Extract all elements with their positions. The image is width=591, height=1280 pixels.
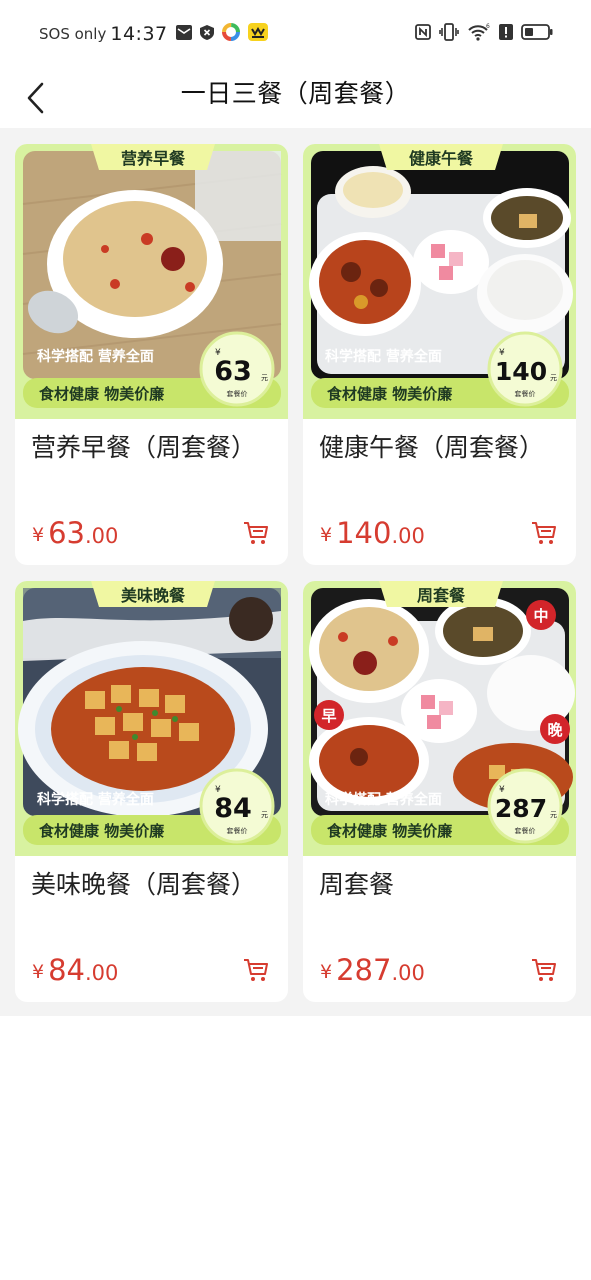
nfc-icon: [415, 24, 431, 44]
price-currency: ¥: [320, 961, 333, 983]
meal-tag-breakfast: 早: [321, 707, 336, 725]
price-integer: 84: [48, 953, 85, 987]
status-bar: SOS only 14:37 6: [0, 0, 591, 66]
product-price: ¥84.00: [32, 953, 118, 987]
app-header: 一日三餐（周套餐）: [0, 66, 591, 128]
product-grid: 营养早餐 科学搭配 营养全面 食材健康 物美价廉 ¥ 63 元 套餐价 营养早餐…: [0, 128, 591, 1016]
vpn-icon: [199, 24, 214, 44]
slogan-primary: 科学搭配 营养全面: [325, 791, 442, 808]
slogan-secondary: 食材健康 物美价廉: [327, 385, 452, 403]
badge-price: 140: [495, 357, 547, 386]
cart-icon: [532, 522, 556, 544]
product-price: ¥63.00: [32, 516, 118, 550]
price-currency: ¥: [320, 524, 333, 546]
price-decimal: .00: [85, 524, 119, 548]
product-name: 周套餐: [319, 870, 395, 899]
svg-text:6: 6: [486, 23, 490, 30]
product-card[interactable]: 美味晚餐 科学搭配 营养全面 食材健康 物美价廉 ¥ 84 元 套餐价 美味晚餐…: [15, 581, 288, 1002]
price-integer: 287: [336, 953, 392, 987]
badge-label: 套餐价: [227, 389, 248, 398]
price-integer: 63: [48, 516, 85, 550]
alert-icon: [499, 24, 513, 44]
badge-price: 84: [214, 793, 252, 824]
slogan-secondary: 食材健康 物美价廉: [39, 385, 164, 403]
badge-unit: 元: [550, 811, 557, 819]
product-name: 营养早餐（周套餐）: [31, 433, 257, 462]
cart-icon: [244, 959, 268, 981]
product-name: 美味晚餐（周套餐）: [31, 870, 257, 899]
badge-unit: 元: [261, 811, 268, 819]
product-price: ¥140.00: [320, 516, 425, 550]
product-image: 美味晚餐 科学搭配 营养全面 食材健康 物美价廉 ¥ 84 元 套餐价: [15, 581, 288, 856]
product-card[interactable]: 健康午餐 科学搭配 营养全面 食材健康 物美价廉 ¥ 140 元 套餐价 健康午…: [303, 144, 576, 565]
card-banner: 健康午餐: [409, 149, 474, 168]
badge-price: 287: [495, 794, 547, 823]
badge-unit: 元: [550, 374, 557, 382]
cart-icon: [532, 959, 556, 981]
battery-icon: [521, 24, 553, 44]
product-image: 营养早餐 科学搭配 营养全面 食材健康 物美价廉 ¥ 63 元 套餐价: [15, 144, 288, 419]
add-to-cart-button[interactable]: [530, 956, 558, 984]
price-integer: 140: [336, 516, 392, 550]
product-card[interactable]: 营养早餐 科学搭配 营养全面 食材健康 物美价廉 ¥ 63 元 套餐价 营养早餐…: [15, 144, 288, 565]
yellow-app-icon: [247, 23, 268, 45]
slogan-secondary: 食材健康 物美价廉: [39, 822, 164, 840]
badge-label: 套餐价: [515, 389, 536, 398]
vibrate-icon: [439, 23, 459, 45]
price-decimal: .00: [391, 961, 425, 985]
meal-tag-lunch: 中: [533, 607, 548, 625]
slogan-primary: 科学搭配 营养全面: [37, 348, 154, 365]
slogan-secondary: 食材健康 物美价廉: [327, 822, 452, 840]
badge-price: 63: [214, 356, 252, 387]
clock: 14:37: [110, 23, 168, 45]
badge-unit: 元: [261, 374, 268, 382]
carrier-text: SOS only: [39, 25, 107, 43]
colorful-app-icon: [221, 23, 240, 45]
price-decimal: .00: [85, 961, 119, 985]
product-image: 中 早 晚 周套餐 科学搭配 营养全面 食材健康 物美价廉 ¥ 287 元 套餐…: [303, 581, 576, 856]
price-currency: ¥: [32, 524, 45, 546]
card-banner: 营养早餐: [121, 149, 186, 168]
cart-icon: [244, 522, 268, 544]
add-to-cart-button[interactable]: [530, 519, 558, 547]
card-banner: 周套餐: [417, 586, 466, 605]
price-currency: ¥: [32, 961, 45, 983]
price-decimal: .00: [391, 524, 425, 548]
card-banner: 美味晚餐: [121, 586, 186, 605]
meal-tag-dinner: 晚: [547, 721, 562, 739]
product-image: 健康午餐 科学搭配 营养全面 食材健康 物美价廉 ¥ 140 元 套餐价: [303, 144, 576, 419]
wifi-icon: 6: [467, 23, 491, 45]
page-title: 一日三餐（周套餐）: [180, 79, 411, 108]
product-name: 健康午餐（周套餐）: [319, 433, 545, 462]
badge-label: 套餐价: [515, 826, 536, 835]
product-card[interactable]: 中 早 晚 周套餐 科学搭配 营养全面 食材健康 物美价廉 ¥ 287 元 套餐…: [303, 581, 576, 1002]
slogan-primary: 科学搭配 营养全面: [37, 791, 154, 808]
slogan-primary: 科学搭配 营养全面: [325, 348, 442, 365]
add-to-cart-button[interactable]: [242, 519, 270, 547]
product-price: ¥287.00: [320, 953, 425, 987]
badge-label: 套餐价: [227, 826, 248, 835]
mail-icon: [175, 24, 192, 44]
add-to-cart-button[interactable]: [242, 956, 270, 984]
